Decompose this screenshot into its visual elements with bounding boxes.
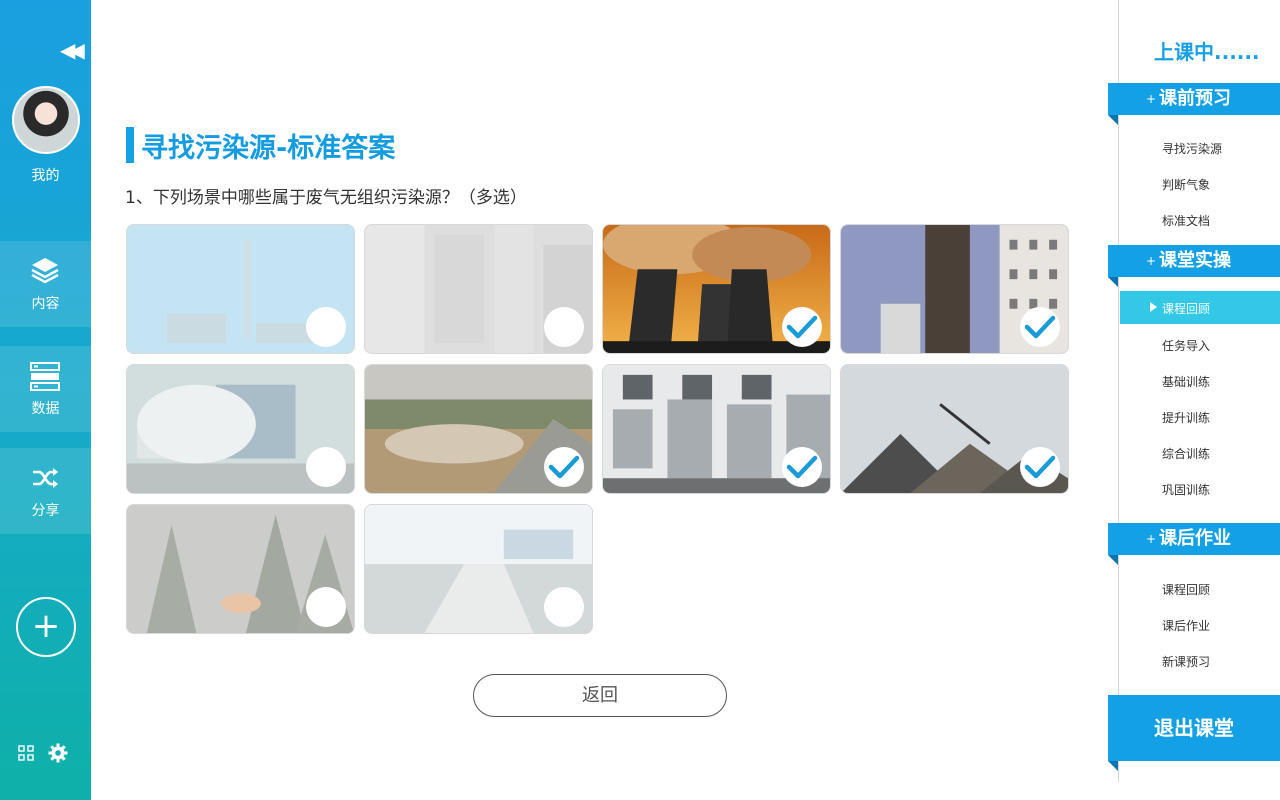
gear-icon[interactable]: [48, 743, 68, 763]
option-tile-factory-ducting[interactable]: [602, 364, 831, 494]
check-icon: [548, 455, 580, 479]
option-tile-cooling-towers[interactable]: [602, 224, 831, 354]
menu-item[interactable]: 新课预习: [1162, 653, 1210, 670]
menu-item[interactable]: 课后作业: [1162, 617, 1210, 634]
menu-item[interactable]: 课程回顾: [1162, 581, 1210, 598]
answer-indicator: [1020, 307, 1060, 347]
menu-item[interactable]: 巩固训练: [1162, 481, 1210, 498]
check-icon: [1024, 455, 1056, 479]
add-button[interactable]: +: [16, 597, 76, 657]
shuffle-icon: [33, 468, 58, 488]
answer-indicator: [544, 587, 584, 627]
grid-icon[interactable]: [18, 745, 34, 761]
class-status-title: 上课中......: [1154, 40, 1260, 64]
title-accent-bar: [126, 127, 134, 163]
page-title: 寻找污染源-标准答案: [141, 133, 396, 164]
plus-icon: +: [1146, 92, 1157, 106]
answer-indicator: [544, 447, 584, 487]
nav-item-label: 内容: [31, 296, 60, 312]
answer-indicator: [1020, 447, 1060, 487]
menu-item[interactable]: 判断气象: [1162, 176, 1210, 193]
nav-item-label: 分享: [31, 503, 60, 519]
plus-icon: +: [1146, 532, 1157, 546]
nav-item-data[interactable]: 数据: [0, 346, 91, 432]
layers-icon: [31, 258, 59, 284]
section-header-homework[interactable]: + 课后作业: [1108, 523, 1280, 565]
menu-item[interactable]: 提升训练: [1162, 409, 1210, 426]
menu-item-active[interactable]: 课程回顾: [1120, 291, 1280, 324]
avatar[interactable]: [12, 86, 80, 154]
check-icon: [786, 455, 818, 479]
section-title: 课前预习: [1159, 88, 1231, 109]
section-title: 课堂实操: [1159, 250, 1231, 271]
nav-item-content[interactable]: 内容: [0, 241, 91, 327]
menu-item[interactable]: 基础训练: [1162, 373, 1210, 390]
section-header-preview[interactable]: + 课前预习: [1108, 83, 1280, 125]
option-tile-construction-dust[interactable]: [364, 364, 593, 494]
exit-class-button[interactable]: 退出课堂: [1108, 695, 1280, 771]
option-tile-steel-tower[interactable]: [840, 224, 1069, 354]
menu-item[interactable]: 寻找污染源: [1162, 140, 1222, 157]
plus-icon: +: [1146, 254, 1157, 268]
option-tile-truck-dust[interactable]: [126, 364, 355, 494]
answer-indicator: [544, 307, 584, 347]
section-header-practice[interactable]: + 课堂实操: [1108, 245, 1280, 287]
option-tile-sewage-plant[interactable]: [364, 504, 593, 634]
option-tile-industrial-ducts[interactable]: [364, 224, 593, 354]
answer-indicator: [782, 307, 822, 347]
answer-indicator: [306, 447, 346, 487]
play-arrow-icon: [1150, 302, 1157, 312]
answer-indicator: [782, 447, 822, 487]
return-button[interactable]: 返回: [473, 674, 727, 717]
answer-indicator: [306, 587, 346, 627]
collapse-icon[interactable]: ◀◀: [60, 40, 85, 60]
question-text: 1、下列场景中哪些属于废气无组织污染源？（多选）: [125, 188, 527, 208]
menu-item[interactable]: 综合训练: [1162, 445, 1210, 462]
profile-label[interactable]: 我的: [0, 165, 91, 185]
section-title: 课后作业: [1159, 528, 1231, 549]
database-icon: [30, 362, 60, 391]
answer-indicator: [306, 307, 346, 347]
option-tile-gravel-piles[interactable]: [840, 364, 1069, 494]
check-icon: [786, 315, 818, 339]
menu-item[interactable]: 任务导入: [1162, 337, 1210, 354]
check-icon: [1024, 315, 1056, 339]
menu-item[interactable]: 标准文档: [1162, 212, 1210, 229]
nav-item-share[interactable]: 分享: [0, 448, 91, 534]
option-tile-chimney-haze[interactable]: [126, 224, 355, 354]
nav-item-label: 数据: [31, 401, 60, 417]
menu-item-label: 课程回顾: [1162, 302, 1211, 316]
option-tile-forest-fire[interactable]: [126, 504, 355, 634]
left-sidebar: ◀◀ 我的 内容 数据 分享 +: [0, 0, 91, 800]
